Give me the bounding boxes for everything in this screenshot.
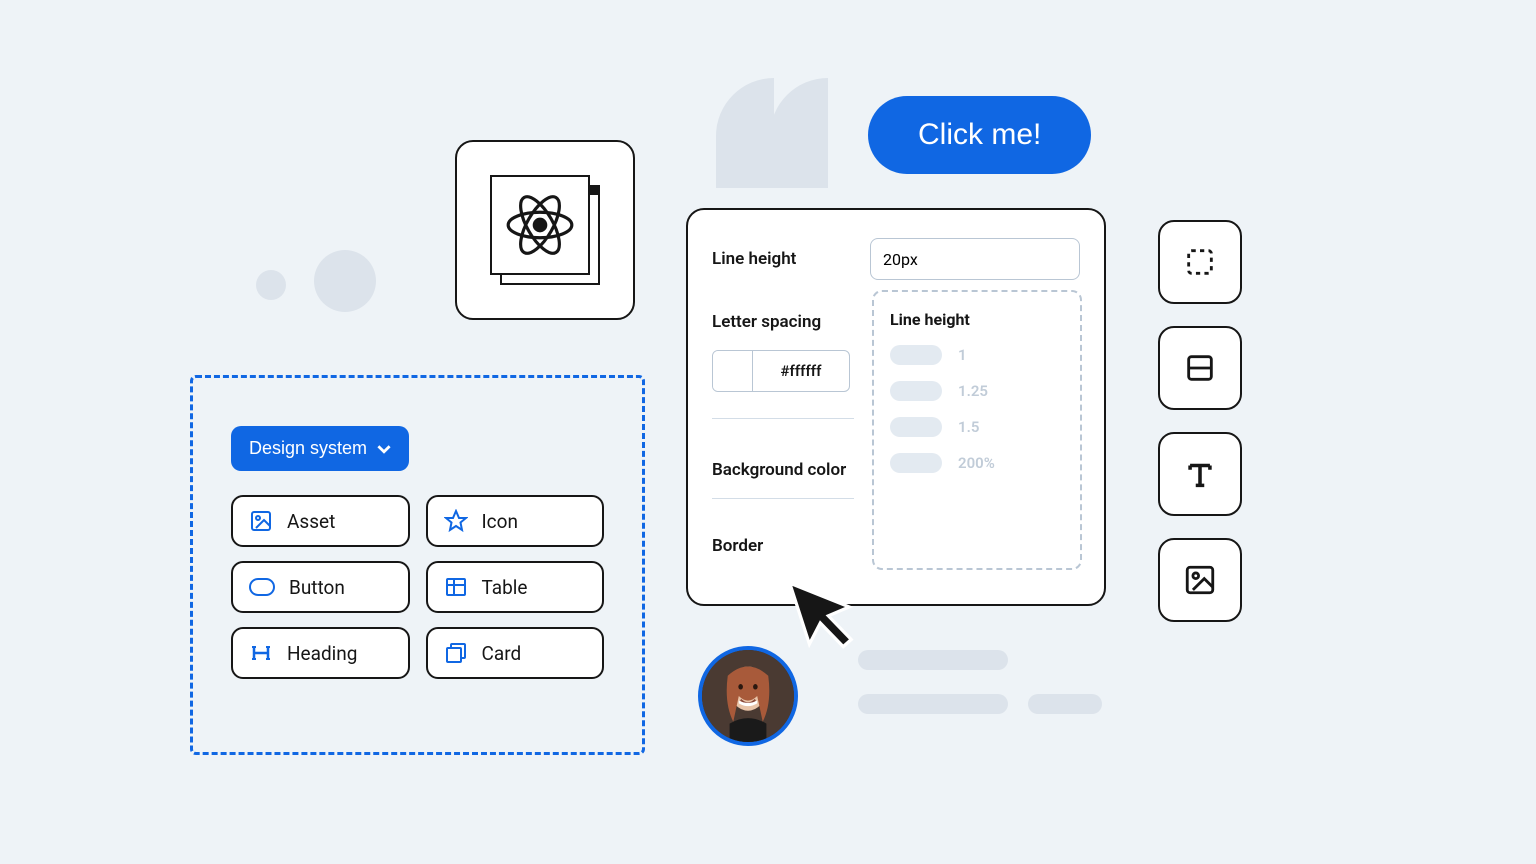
- component-chip-label: Heading: [287, 642, 357, 665]
- design-system-selection: Design system Asset Icon Button Table: [190, 375, 645, 755]
- style-inspector-panel: Line height Letter spacing #ffffff Backg…: [686, 208, 1106, 606]
- pill-icon: [249, 578, 275, 596]
- option-swatch: [890, 417, 942, 437]
- chevron-down-icon: [377, 442, 391, 456]
- decorative-quotes: [716, 78, 828, 188]
- user-avatar[interactable]: [698, 646, 798, 746]
- component-chip-label: Table: [482, 576, 528, 599]
- avatar-image: [702, 650, 794, 742]
- tool-image[interactable]: [1158, 538, 1242, 622]
- placeholder-bar: [858, 694, 1008, 714]
- dropdown-option[interactable]: 1.25: [890, 381, 1064, 401]
- color-swatch: [713, 351, 753, 391]
- design-system-dropdown-label: Design system: [249, 438, 367, 459]
- select-icon: [1183, 245, 1217, 279]
- star-icon: [444, 509, 468, 533]
- decorative-dot-medium: [314, 250, 376, 312]
- component-chip-card[interactable]: Card: [426, 627, 605, 679]
- component-chip-label: Icon: [482, 510, 518, 533]
- text-icon: [1183, 457, 1217, 491]
- letter-spacing-label: Letter spacing: [712, 312, 821, 332]
- option-value: 1.25: [958, 382, 988, 400]
- component-chip-button[interactable]: Button: [231, 561, 410, 613]
- image-icon: [1183, 563, 1217, 597]
- dropdown-title: Line height: [890, 310, 1064, 329]
- line-height-dropdown[interactable]: Line height 1 1.25 1.5 200%: [872, 290, 1082, 570]
- option-value: 1: [958, 346, 967, 364]
- placeholder-bar: [858, 650, 1008, 670]
- placeholder-bar: [1028, 694, 1102, 714]
- component-chip-label: Card: [482, 642, 522, 665]
- table-icon: [444, 575, 468, 599]
- component-chip-asset[interactable]: Asset: [231, 495, 410, 547]
- divider: [712, 418, 854, 419]
- option-swatch: [890, 453, 942, 473]
- option-swatch: [890, 381, 942, 401]
- right-toolbar: [1158, 220, 1242, 622]
- background-color-label: Background color: [712, 460, 846, 480]
- dropdown-option[interactable]: 200%: [890, 453, 1064, 473]
- component-chip-table[interactable]: Table: [426, 561, 605, 613]
- line-height-label: Line height: [712, 249, 796, 269]
- card-stack-icon: [444, 641, 468, 665]
- react-icon: [505, 190, 575, 260]
- decorative-dot-small: [256, 270, 286, 300]
- layout-icon: [1183, 351, 1217, 385]
- component-chip-label: Button: [289, 576, 345, 599]
- tool-select[interactable]: [1158, 220, 1242, 304]
- color-input[interactable]: #ffffff: [712, 350, 850, 392]
- line-height-input[interactable]: [870, 238, 1080, 280]
- option-value: 1.5: [958, 418, 979, 436]
- tool-text[interactable]: [1158, 432, 1242, 516]
- tool-layout[interactable]: [1158, 326, 1242, 410]
- react-logo-card: [455, 140, 635, 320]
- dropdown-option[interactable]: 1.5: [890, 417, 1064, 437]
- component-chip-label: Asset: [287, 510, 335, 533]
- divider: [712, 498, 854, 499]
- design-system-dropdown[interactable]: Design system: [231, 426, 409, 471]
- component-chip-icon[interactable]: Icon: [426, 495, 605, 547]
- color-hex-value: #ffffff: [753, 362, 849, 380]
- dropdown-option[interactable]: 1: [890, 345, 1064, 365]
- click-me-button[interactable]: Click me!: [868, 96, 1091, 174]
- option-swatch: [890, 345, 942, 365]
- heading-icon: [249, 641, 273, 665]
- border-label: Border: [712, 536, 763, 556]
- cursor-icon: [792, 572, 856, 652]
- option-value: 200%: [958, 454, 995, 472]
- image-icon: [249, 509, 273, 533]
- component-chip-heading[interactable]: Heading: [231, 627, 410, 679]
